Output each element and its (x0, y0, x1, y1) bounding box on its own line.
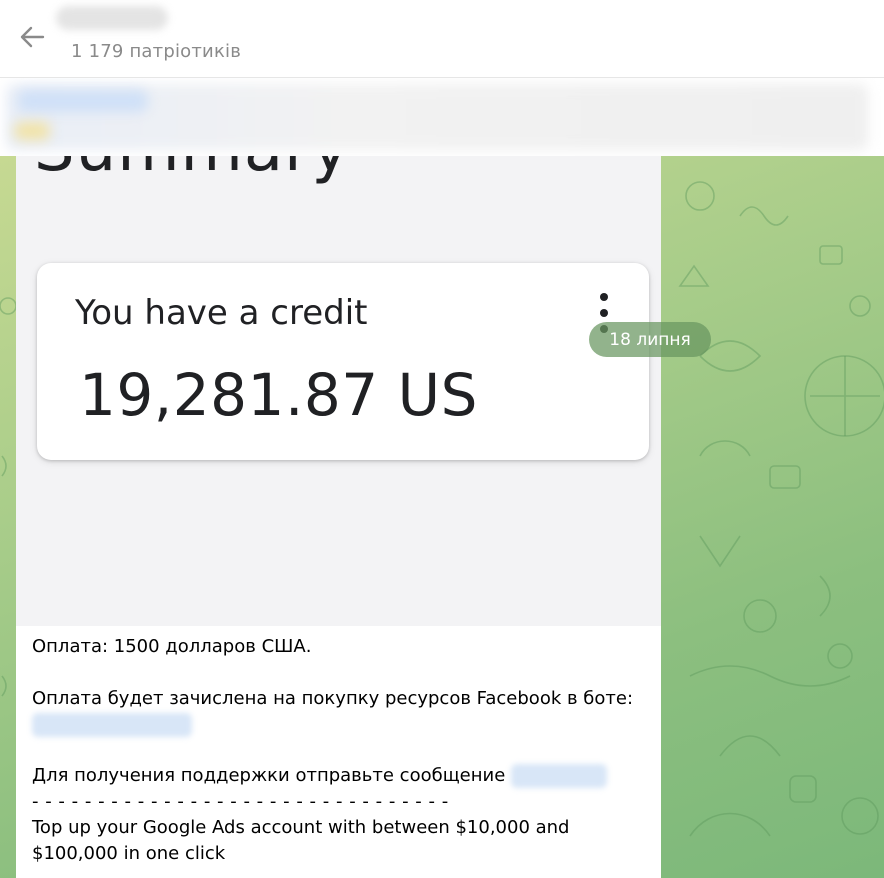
pinned-emoji-redacted (14, 122, 50, 140)
back-button[interactable] (14, 20, 50, 54)
message-photo[interactable]: Summary You have a credit 19,281.87 US (16, 156, 661, 626)
credit-card: You have a credit 19,281.87 US (37, 263, 649, 460)
bot-link-redacted[interactable] (32, 713, 192, 737)
caption-payment: Оплата: 1500 долларов США. (32, 636, 312, 657)
chat-area[interactable]: Summary You have a credit 19,281.87 US О… (0, 156, 884, 878)
support-contact-redacted[interactable] (511, 764, 608, 788)
kebab-dot (600, 309, 608, 317)
arrow-left-icon (20, 26, 45, 48)
date-badge: 18 липня (589, 322, 711, 357)
pinned-title-redacted (18, 90, 148, 112)
credit-amount: 19,281.87 US (79, 361, 478, 429)
subscriber-count: 1 179 патріотиків (71, 41, 242, 62)
channel-name-redacted[interactable] (56, 6, 168, 30)
pinned-message-bar[interactable] (0, 78, 884, 156)
message-caption: Оплата: 1500 долларов США. Оплата будет … (32, 634, 652, 867)
caption-support: Для получения поддержки отправьте сообще… (32, 765, 506, 786)
message-bubble[interactable]: Summary You have a credit 19,281.87 US О… (16, 156, 661, 878)
caption-credit-note: Оплата будет зачислена на покупку ресурс… (32, 688, 634, 709)
caption-divider: - - - - - - - - - - - - - - - - - - - - … (32, 791, 449, 812)
caption-support-line: Для получения поддержки отправьте сообще… (32, 763, 652, 789)
kebab-dot (600, 293, 608, 301)
chat-header: 1 179 патріотиків (0, 0, 884, 78)
summary-heading: Summary (34, 156, 350, 186)
credit-title: You have a credit (75, 293, 368, 333)
caption-topup: Top up your Google Ads account with betw… (32, 817, 570, 864)
